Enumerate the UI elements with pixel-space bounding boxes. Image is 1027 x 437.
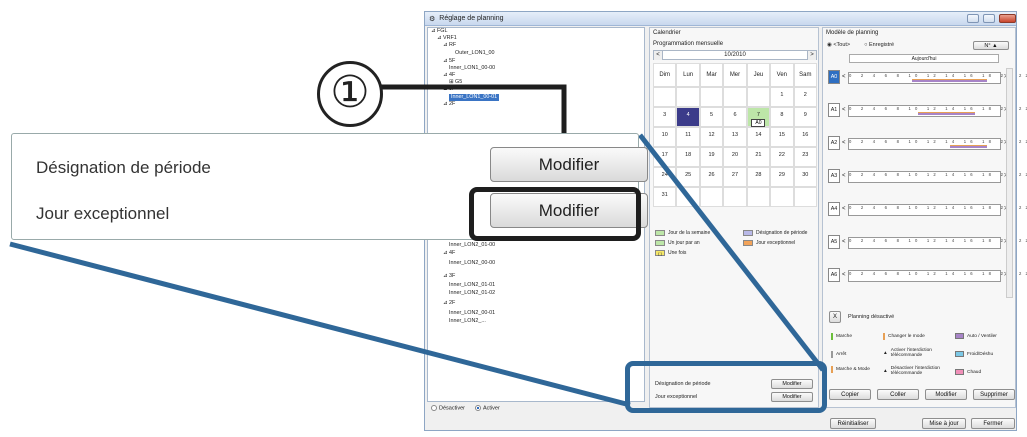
exception-button-highlight — [469, 187, 641, 241]
zoom-period-label: Désignation de période — [36, 158, 211, 177]
callout-line-bottom — [9, 241, 631, 408]
zoom-period-modify-button[interactable]: Modifier — [490, 147, 648, 182]
callout-line-top — [638, 133, 825, 372]
zoom-exception-label: Jour exceptionnel — [36, 204, 170, 223]
step-number-badge: ① — [317, 61, 383, 127]
